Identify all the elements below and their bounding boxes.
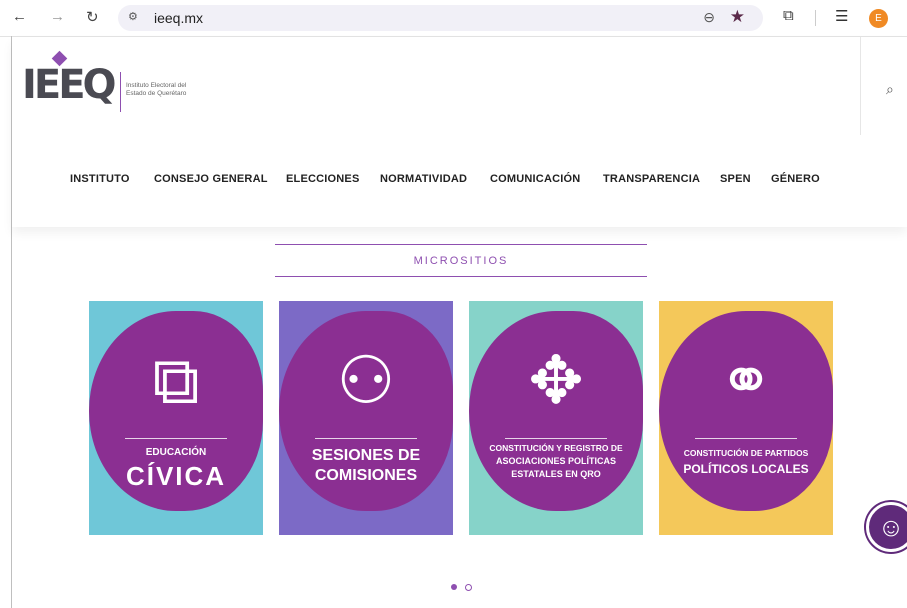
reload-icon[interactable]: ↻: [86, 8, 99, 26]
logo-text-line2: Estado de Querétaro: [126, 90, 187, 97]
round-table-icon: ✥: [528, 342, 584, 419]
url-text[interactable]: ieeq.mx: [154, 10, 203, 26]
card-caption-small: EDUCACIÓN: [145, 447, 207, 458]
card-caption-line1: SESIONES DE: [311, 447, 421, 464]
card-rule: [505, 438, 607, 439]
puzzle-hand-icon: ⧉: [152, 342, 200, 419]
microsite-card-educacion-civica[interactable]: ⧉ EDUCACIÓN CÍVICA: [89, 301, 263, 535]
menu-item-consejo-general[interactable]: CONSEJO GENERAL: [154, 173, 268, 185]
menu-item-transparencia[interactable]: TRANSPARENCIA: [603, 173, 700, 185]
card-rule: [695, 438, 797, 439]
section-title: MICROSITIOS: [413, 255, 509, 267]
media-control-icon[interactable]: ☰: [835, 7, 848, 25]
address-bar[interactable]: ⚙ ieeq.mx ⊖ ★: [118, 5, 763, 31]
microsite-card-asociaciones-politicas[interactable]: ✥ CONSTITUCIÓN Y REGISTRO DE ASOCIACIONE…: [469, 301, 643, 535]
browser-toolbar: ← → ↻ ⚙ ieeq.mx ⊖ ★ ⧉ ☰ E: [0, 0, 907, 37]
logo-text: Instituto Electoral del Estado de Querét…: [126, 82, 186, 98]
profile-avatar[interactable]: E: [869, 9, 888, 28]
header-divider: [860, 37, 861, 135]
meeting-flow-icon: ⚇: [336, 342, 396, 419]
menu-item-instituto[interactable]: INSTITUTO: [70, 173, 130, 185]
menu-item-spen[interactable]: SPEN: [720, 173, 751, 185]
carousel-dot-2[interactable]: [465, 584, 472, 591]
search-icon[interactable]: ⌕: [886, 81, 894, 98]
menu-item-comunicacion[interactable]: COMUNICACIÓN: [490, 173, 580, 185]
card-caption-line3: ESTATALES EN QRO: [511, 469, 601, 479]
forward-icon[interactable]: →: [50, 8, 65, 25]
logo-wordmark: IEEQ: [22, 62, 117, 108]
logo-text-line1: Instituto Electoral del: [126, 82, 187, 89]
card-rule: [125, 438, 227, 439]
site-header: IEEQ Instituto Electoral del Estado de Q…: [12, 37, 907, 227]
card-caption-line2: ASOCIACIONES POLÍTICAS: [495, 456, 616, 466]
card-caption-line1: CONSTITUCIÓN Y REGISTRO DE: [489, 443, 623, 453]
site-settings-icon[interactable]: ⚙: [128, 10, 142, 24]
bookmark-star-icon[interactable]: ★: [730, 7, 745, 27]
back-icon[interactable]: ←: [12, 8, 27, 25]
menu-item-genero[interactable]: GÉNERO: [771, 173, 820, 185]
accessibility-icon[interactable]: ☺: [866, 502, 907, 552]
menu-item-elecciones[interactable]: ELECCIONES: [286, 173, 360, 185]
menu-item-normatividad[interactable]: NORMATIVIDAD: [380, 173, 467, 185]
network-people-icon: ⚭: [718, 342, 774, 419]
card-caption-big: CÍVICA: [125, 461, 227, 491]
carousel-dot-1[interactable]: [451, 584, 457, 590]
card-caption-line2: POLÍTICOS LOCALES: [683, 462, 809, 476]
card-caption-line1: CONSTITUCIÓN DE PARTIDOS: [683, 448, 809, 458]
extensions-icon[interactable]: ⧉: [783, 7, 794, 24]
toolbar-divider: [815, 10, 816, 26]
section-rule-top: [275, 244, 647, 245]
zoom-icon[interactable]: ⊖: [703, 9, 715, 26]
card-rule: [315, 438, 417, 439]
logo-divider: [120, 72, 121, 112]
section-rule-bottom: [275, 276, 647, 277]
card-caption-line2: COMISIONES: [314, 467, 418, 484]
microsite-card-sesiones-comisiones[interactable]: ⚇ SESIONES DE COMISIONES: [279, 301, 453, 535]
microsite-card-partidos-politicos[interactable]: ⚭ CONSTITUCIÓN DE PARTIDOS POLÍTICOS LOC…: [659, 301, 833, 535]
